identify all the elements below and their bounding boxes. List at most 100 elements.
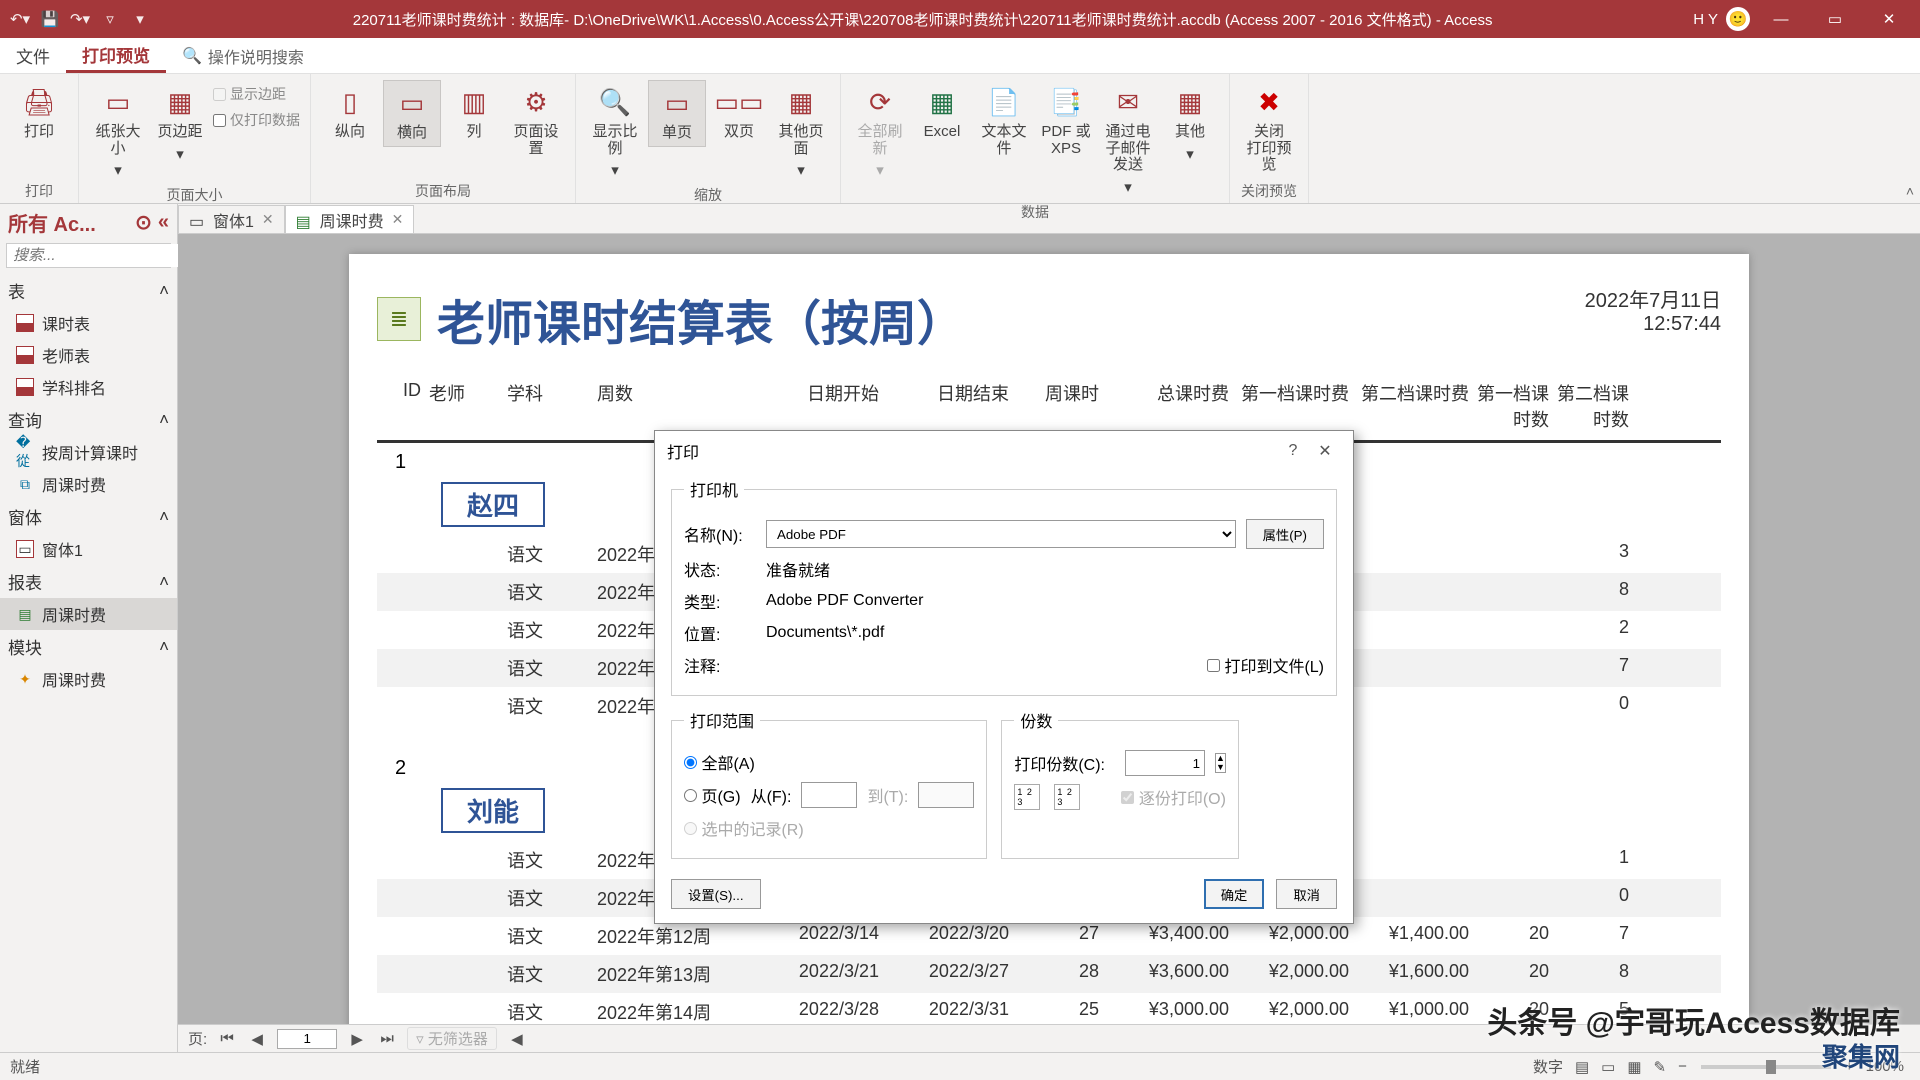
nav-query-item[interactable]: �從按周计算课时 [0, 436, 177, 468]
ribbon-group-data: ⟳全部刷新▾ ▦Excel 📄文本文件 📑PDF 或 XPS ✉通过电子邮件发送… [841, 74, 1230, 203]
view-report-icon[interactable]: ▤ [1569, 1058, 1595, 1076]
ribbon-group-zoom: 🔍显示比例▾ ▭单页 ▭▭双页 ▦其他页面▾ 缩放 [576, 74, 841, 203]
nav-cat-queries[interactable]: 查询˄ [0, 403, 177, 436]
nav-table-item[interactable]: 学科排名 [0, 371, 177, 403]
export-excel-button[interactable]: ▦Excel [913, 80, 971, 145]
nav-table-item[interactable]: 老师表 [0, 339, 177, 371]
close-preview-button[interactable]: ✖关闭 打印预览 [1240, 80, 1298, 178]
page-to-input[interactable] [918, 782, 974, 808]
setup-button[interactable]: 设置(S)... [671, 879, 761, 909]
close-tab-icon[interactable]: ✕ [392, 211, 404, 228]
collapse-ribbon-icon[interactable]: ˄ [1906, 183, 1914, 199]
paper-size-button[interactable]: ▭纸张大小▾ [89, 80, 147, 183]
view-layout-icon[interactable]: ▦ [1621, 1058, 1647, 1076]
restore-button[interactable]: ▭ [1812, 0, 1858, 38]
range-all-radio[interactable]: 全部(A) [684, 750, 755, 774]
last-page-button[interactable]: ⏭ [377, 1030, 397, 1047]
range-selected-radio: 选中的记录(R) [684, 816, 804, 840]
printer-properties-button[interactable]: 属性(P) [1246, 519, 1324, 549]
columns-button[interactable]: ▥列 [445, 80, 503, 145]
cancel-button[interactable]: 取消 [1276, 879, 1337, 909]
nav-report-item[interactable]: ▤周课时费 [0, 598, 177, 630]
doc-tab-form1[interactable]: ▭窗体1✕ [178, 205, 285, 233]
nav-dropdown-icon[interactable]: ⊙ [135, 210, 152, 235]
more-pages-button[interactable]: ▦其他页面▾ [772, 80, 830, 183]
close-tab-icon[interactable]: ✕ [262, 211, 274, 228]
query-icon: ⧉ [16, 475, 34, 493]
nav-module-item[interactable]: ✦周课时费 [0, 663, 177, 695]
collate-checkbox[interactable]: 逐份打印(O) [1121, 785, 1226, 809]
minimize-button[interactable]: ― [1758, 0, 1804, 38]
ok-button[interactable]: 确定 [1204, 879, 1265, 909]
close-window-button[interactable]: ✕ [1866, 0, 1912, 38]
printer-name-select[interactable]: Adobe PDF [766, 520, 1236, 548]
ribbon-group-print: 🖨打印 打印 [0, 74, 79, 203]
printer-fieldset: 打印机 名称(N): Adobe PDF 属性(P) 状态:准备就绪 类型:Ad… [671, 477, 1337, 696]
doc-tab-report[interactable]: ▤周课时费✕ [285, 205, 415, 233]
nav-search[interactable]: 🔍 [6, 243, 171, 268]
table-icon [16, 346, 34, 364]
page-setup-button[interactable]: ⚙页面设置 [507, 80, 565, 161]
filter-icon[interactable]: ▿ [98, 7, 122, 31]
nav-collapse-icon[interactable]: « [158, 211, 169, 234]
status-numlock: 数字 [1527, 1056, 1569, 1077]
first-page-button[interactable]: ⏮ [217, 1030, 237, 1047]
portrait-button[interactable]: ▯纵向 [321, 80, 379, 145]
export-pdf-button[interactable]: 📑PDF 或 XPS [1037, 80, 1095, 161]
report-icon: ▤ [296, 212, 312, 228]
print-button[interactable]: 🖨打印 [10, 80, 68, 145]
nav-cat-reports[interactable]: 报表˄ [0, 565, 177, 598]
next-page-button[interactable]: ▶ [347, 1030, 367, 1048]
dialog-close-button[interactable]: ✕ [1309, 441, 1341, 461]
redo-icon[interactable]: ↷▾ [68, 7, 92, 31]
export-more-button[interactable]: ▦其他▾ [1161, 80, 1219, 167]
pdf-icon: 📑 [1048, 84, 1084, 120]
refresh-all-button[interactable]: ⟳全部刷新▾ [851, 80, 909, 183]
landscape-button[interactable]: ▭横向 [383, 80, 441, 147]
user-avatar-icon[interactable]: 🙂 [1726, 7, 1750, 31]
copies-input[interactable] [1125, 750, 1205, 776]
export-text-button[interactable]: 📄文本文件 [975, 80, 1033, 161]
scroll-left-button[interactable]: ◀ [507, 1030, 527, 1048]
zoom-button[interactable]: 🔍显示比例▾ [586, 80, 644, 183]
ribbon-group-close: ✖关闭 打印预览 关闭预览 [1230, 74, 1309, 203]
dialog-help-button[interactable]: ? [1277, 442, 1309, 460]
tell-me-search[interactable]: 🔍 操作说明搜索 [182, 44, 304, 68]
qat-customize-icon[interactable]: ▾ [128, 7, 152, 31]
two-pages-button[interactable]: ▭▭双页 [710, 80, 768, 145]
undo-icon[interactable]: ↶▾ [8, 7, 32, 31]
print-to-file-checkbox[interactable]: 打印到文件(L) [1207, 653, 1324, 677]
nav-cat-modules[interactable]: 模块˄ [0, 630, 177, 663]
prev-page-button[interactable]: ◀ [247, 1030, 267, 1048]
zoom-slider[interactable] [1701, 1065, 1831, 1069]
nav-form-item[interactable]: ▭窗体1 [0, 533, 177, 565]
page-number-input[interactable] [277, 1029, 337, 1049]
range-pages-radio[interactable]: 页(G) [684, 783, 741, 807]
one-page-icon: ▭ [659, 85, 695, 121]
nav-cat-tables[interactable]: 表˄ [0, 274, 177, 307]
title-bar: ↶▾ 💾 ↷▾ ▿ ▾ 220711老师课时费统计 : 数据库- D:\OneD… [0, 0, 1920, 38]
print-dialog: 打印 ? ✕ 打印机 名称(N): Adobe PDF 属性(P) 状态:准备就… [654, 430, 1354, 924]
report-header-icon: ≣ [377, 297, 421, 341]
nav-query-item[interactable]: ⧉周课时费 [0, 468, 177, 500]
nav-table-item[interactable]: 课时表 [0, 307, 177, 339]
nav-cat-forms[interactable]: 窗体˄ [0, 500, 177, 533]
view-print-icon[interactable]: ▭ [1595, 1058, 1621, 1076]
zoom-out-button[interactable]: − [1672, 1058, 1693, 1075]
file-tab[interactable]: 文件 [0, 38, 66, 73]
page-setup-icon: ⚙ [518, 84, 554, 120]
spinner-icon[interactable]: ▲▼ [1215, 753, 1226, 773]
print-preview-tab[interactable]: 打印预览 [66, 38, 166, 73]
portrait-icon: ▯ [332, 84, 368, 120]
page-from-input[interactable] [801, 782, 857, 808]
save-icon[interactable]: 💾 [38, 7, 62, 31]
view-design-icon[interactable]: ✎ [1648, 1058, 1673, 1076]
email-icon: ✉ [1110, 84, 1146, 120]
refresh-icon: ⟳ [862, 84, 898, 120]
show-margins-checkbox[interactable]: 显示边距 [213, 84, 300, 104]
ribbon-group-page-size: ▭纸张大小▾ ▦页边距▾ 显示边距 仅打印数据 页面大小 [79, 74, 311, 203]
one-page-button[interactable]: ▭单页 [648, 80, 706, 147]
margins-button[interactable]: ▦页边距▾ [151, 80, 209, 167]
email-button[interactable]: ✉通过电子邮件发送▾ [1099, 80, 1157, 200]
print-data-only-checkbox[interactable]: 仅打印数据 [213, 110, 300, 130]
